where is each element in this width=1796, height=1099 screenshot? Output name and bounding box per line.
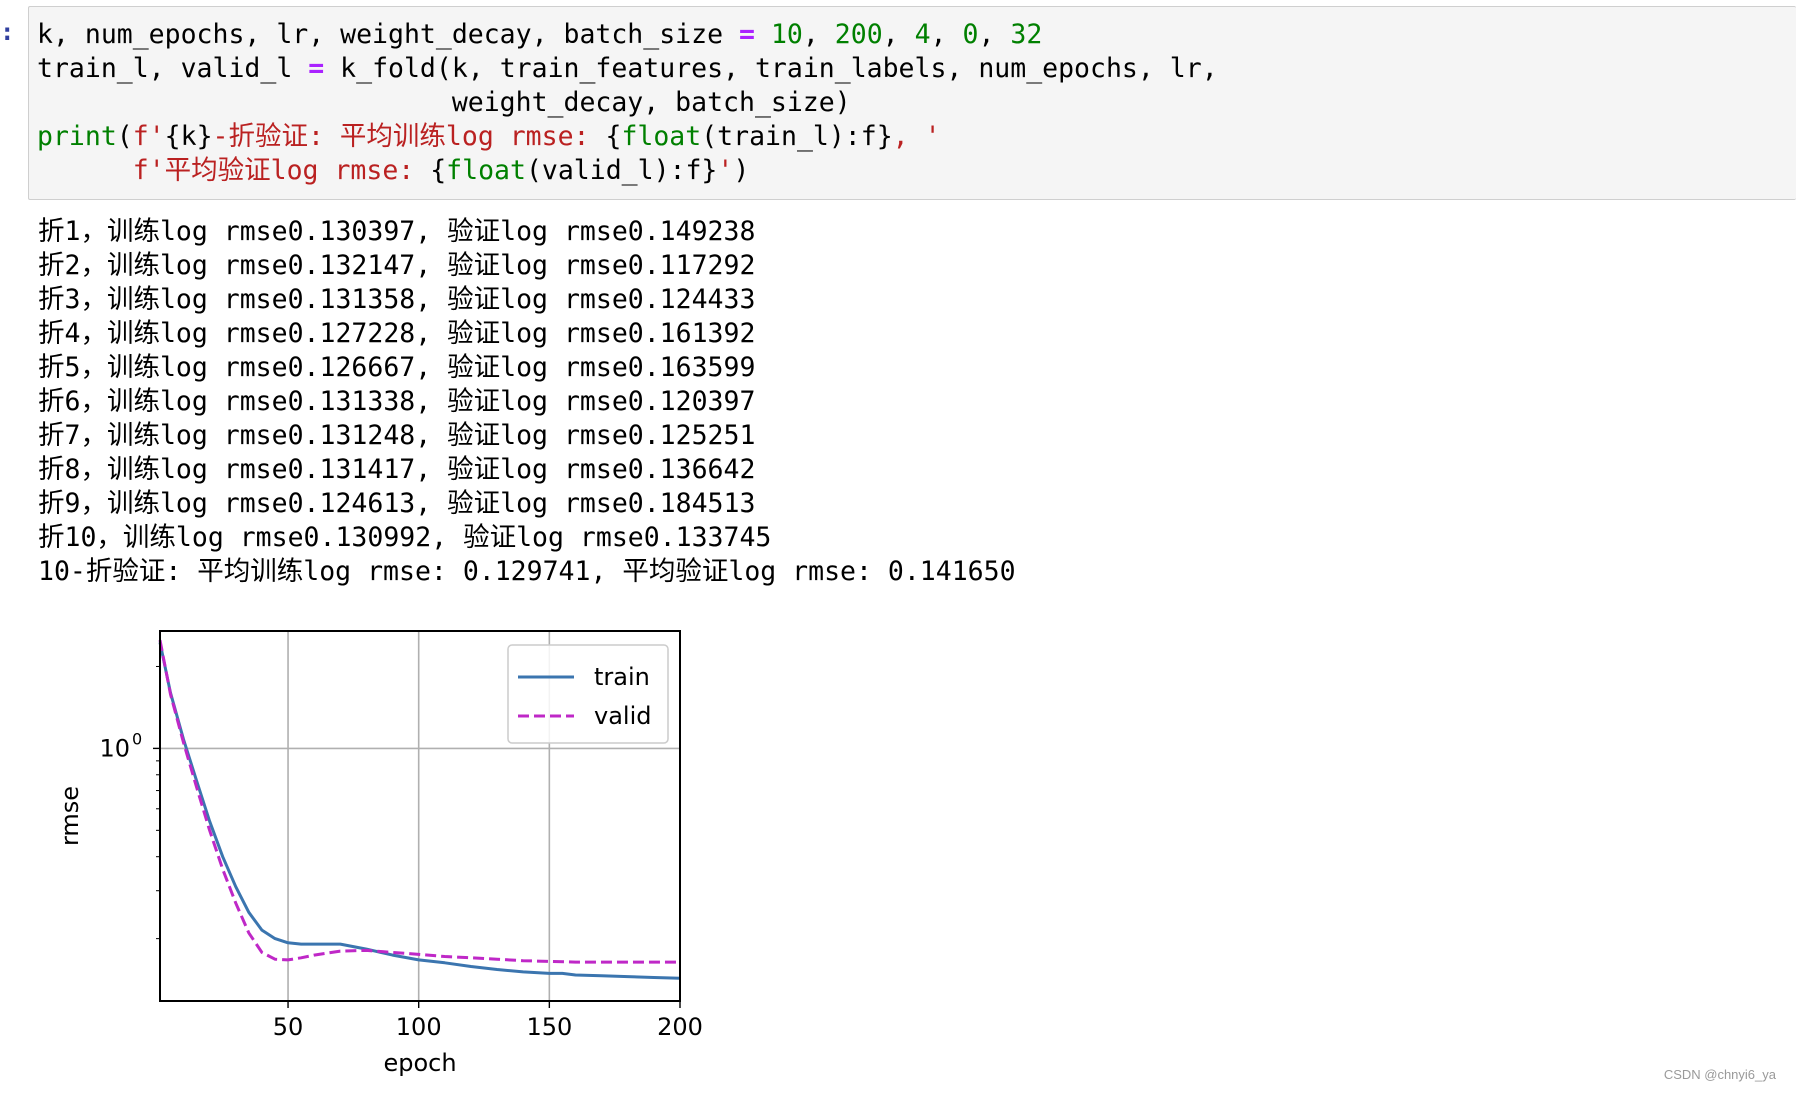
code-token: '	[717, 155, 734, 186]
code-token: {	[430, 155, 447, 186]
code-token: 4	[914, 19, 931, 50]
code-token: float	[621, 121, 702, 152]
output-line: 折9，训练log rmse0.124613, 验证log rmse0.18451…	[38, 488, 756, 519]
legend-label-valid: valid	[594, 702, 651, 730]
code-token: {	[605, 121, 622, 152]
code-token: 0	[962, 19, 979, 50]
code-line: weight_decay, batch_size)	[37, 86, 1796, 120]
code-token: 10	[770, 19, 803, 50]
code-token: (	[116, 121, 133, 152]
code-token: )	[733, 155, 750, 186]
code-token: (valid_l):f}	[525, 155, 718, 186]
code-token: train_l, valid_l	[37, 53, 309, 84]
rmse-chart: 50 100 150 200 10 0 epoch rmse train valid	[56, 630, 703, 1077]
legend-label-train: train	[594, 663, 650, 691]
cell-output: 折1，训练log rmse0.130397, 验证log rmse0.14923…	[38, 215, 1016, 589]
code-token: -折验证: 平均训练log rmse:	[212, 121, 606, 152]
x-tick-label: 100	[396, 1013, 442, 1041]
watermark: CSDN @chnyi6_ya	[1663, 1067, 1776, 1082]
code-token: ,	[930, 19, 963, 50]
code-token: k, num_epochs, lr, weight_decay, batch_s…	[37, 19, 739, 50]
y-tick-exponent: 0	[132, 729, 142, 748]
code-token: f'平均验证log rmse:	[132, 155, 431, 186]
code-token: 32	[1010, 19, 1043, 50]
code-line: print(f'{k}-折验证: 平均训练log rmse: {float(tr…	[37, 120, 1796, 154]
output-line: 折10，训练log rmse0.130992, 验证log rmse0.1337…	[38, 522, 772, 553]
code-token: =	[739, 19, 755, 50]
code-token: ,	[802, 19, 835, 50]
code-token: (train_l):f}	[701, 121, 893, 152]
code-token: k_fold(k, train_features, train_labels, …	[324, 53, 1218, 84]
code-token: float	[446, 155, 526, 186]
x-tick-label: 150	[526, 1013, 572, 1041]
code-token: ,	[882, 19, 915, 50]
y-tick-label: 10	[99, 734, 130, 762]
x-tick-label: 200	[657, 1013, 703, 1041]
output-line: 折1，训练log rmse0.130397, 验证log rmse0.14923…	[38, 216, 756, 247]
code-token: =	[308, 53, 325, 84]
x-tick-label: 50	[273, 1013, 304, 1041]
code-token: {k}	[164, 121, 213, 152]
output-line: 折6，训练log rmse0.131338, 验证log rmse0.12039…	[38, 386, 756, 417]
output-line: 折8，训练log rmse0.131417, 验证log rmse0.13664…	[38, 454, 756, 485]
output-line: 折7，训练log rmse0.131248, 验证log rmse0.12525…	[38, 420, 756, 451]
output-line: 折2，训练log rmse0.132147, 验证log rmse0.11729…	[38, 250, 756, 281]
x-axis-label: epoch	[383, 1049, 456, 1077]
code-token: weight_decay, batch_size)	[37, 87, 851, 118]
code-line: f'平均验证log rmse: {float(valid_l):f}')	[37, 154, 1796, 188]
output-line: 折5，训练log rmse0.126667, 验证log rmse0.16359…	[38, 352, 756, 383]
code-line: k, num_epochs, lr, weight_decay, batch_s…	[37, 18, 1796, 52]
cell-prompt: :	[0, 18, 15, 46]
output-line: 折4，训练log rmse0.127228, 验证log rmse0.16139…	[38, 318, 756, 349]
code-token: 200	[834, 19, 883, 50]
code-line: train_l, valid_l = k_fold(k, train_featu…	[37, 52, 1796, 86]
code-token: print	[37, 121, 117, 152]
output-line: 10-折验证: 平均训练log rmse: 0.129741, 平均验证log …	[38, 556, 1016, 587]
y-axis-label: rmse	[56, 786, 84, 846]
rmse-plot: 50 100 150 200 10 0 epoch rmse train valid	[40, 615, 720, 1099]
output-line: 折3，训练log rmse0.131358, 验证log rmse0.12443…	[38, 284, 756, 315]
code-token: ,	[978, 19, 1011, 50]
code-token: f'	[132, 121, 165, 152]
code-token: , '	[892, 121, 941, 152]
code-cell[interactable]: k, num_epochs, lr, weight_decay, batch_s…	[28, 6, 1796, 200]
